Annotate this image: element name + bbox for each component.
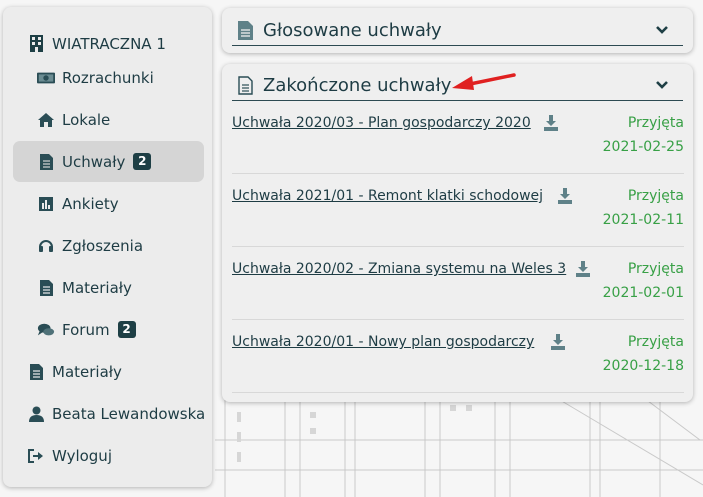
resolution-date: 2021-02-01 bbox=[602, 285, 684, 301]
voted-resolutions-panel: Głosowane uchwały bbox=[222, 8, 693, 53]
chat-icon bbox=[37, 321, 55, 339]
completed-resolutions-panel: Zakończone uchwały Uchwała 2020/03 - Pla… bbox=[222, 64, 693, 402]
document-outline-icon bbox=[238, 75, 253, 95]
document-icon bbox=[27, 363, 45, 381]
user-name: Beata Lewandowska bbox=[52, 404, 206, 423]
completed-panel-title: Zakończone uchwały bbox=[263, 74, 452, 96]
sidebar-item-label: Lokale bbox=[62, 110, 111, 129]
resolution-link[interactable]: Uchwała 2020/02 - Zmiana systemu na Wele… bbox=[232, 261, 566, 277]
resolution-link[interactable]: Uchwała 2020/03 - Plan gospodarczy 2020 bbox=[232, 115, 531, 131]
sidebar-item-forum[interactable]: Forum 2 bbox=[37, 309, 136, 350]
building-icon bbox=[27, 35, 45, 53]
headset-icon bbox=[37, 237, 55, 255]
logout-label: Wyloguj bbox=[52, 446, 112, 465]
download-icon[interactable] bbox=[557, 188, 573, 204]
uchwaly-count-badge: 2 bbox=[133, 153, 152, 170]
sidebar-item-uchwaly[interactable]: Uchwały 2 bbox=[13, 141, 204, 182]
sidebar-item-materialy[interactable]: Materiały bbox=[37, 267, 132, 308]
document-icon bbox=[238, 20, 253, 40]
resolution-status: Przyjęta bbox=[627, 115, 684, 131]
resolution-link[interactable]: Uchwała 2020/01 - Nowy plan gospodarczy bbox=[232, 334, 534, 350]
sidebar-item-label: Rozrachunki bbox=[62, 68, 154, 87]
resolution-row: Uchwała 2020/03 - Plan gospodarczy 2020 … bbox=[232, 101, 684, 174]
sidebar-item-rozrachunki[interactable]: Rozrachunki bbox=[37, 57, 154, 98]
red-arrow-annotation bbox=[452, 73, 516, 90]
document-icon bbox=[37, 279, 55, 297]
sidebar-item-user[interactable]: Beata Lewandowska bbox=[27, 393, 205, 434]
forum-count-badge: 2 bbox=[117, 321, 136, 338]
logout-link[interactable]: Wyloguj bbox=[27, 435, 112, 476]
sidebar-item-label: Zgłoszenia bbox=[62, 236, 144, 255]
download-icon[interactable] bbox=[550, 334, 566, 350]
resolution-link[interactable]: Uchwała 2021/01 - Remont klatki schodowe… bbox=[232, 188, 543, 204]
chevron-down-icon[interactable] bbox=[655, 21, 669, 35]
sidebar-item-label: Ankiety bbox=[62, 194, 119, 213]
building-name: WIATRACZNA 1 bbox=[52, 34, 166, 53]
sidebar-item-label: Forum bbox=[62, 320, 110, 339]
money-icon bbox=[37, 69, 55, 87]
resolution-status: Przyjęta bbox=[627, 334, 684, 350]
voted-panel-header[interactable]: Głosowane uchwały bbox=[232, 15, 683, 46]
sidebar: WIATRACZNA 1 Rozrachunki Lokale Uchwały … bbox=[3, 7, 212, 487]
sidebar-item-materialy-main[interactable]: Materiały bbox=[27, 351, 122, 392]
resolution-date: 2021-02-25 bbox=[602, 139, 684, 155]
sidebar-item-label: Materiały bbox=[52, 362, 122, 381]
resolution-date: 2021-02-11 bbox=[602, 212, 684, 228]
resolution-row: Uchwała 2020/01 - Nowy plan gospodarczy … bbox=[232, 320, 684, 393]
resolution-row: Uchwała 2021/01 - Remont klatki schodowe… bbox=[232, 174, 684, 247]
resolution-status: Przyjęta bbox=[627, 188, 684, 204]
document-icon bbox=[37, 153, 55, 171]
sidebar-item-lokale[interactable]: Lokale bbox=[37, 99, 110, 140]
home-icon bbox=[37, 111, 55, 129]
resolution-row: Uchwała 2020/02 - Zmiana systemu na Wele… bbox=[232, 247, 684, 320]
download-icon[interactable] bbox=[575, 261, 591, 277]
logout-icon bbox=[27, 447, 45, 465]
resolution-date: 2020-12-18 bbox=[602, 358, 684, 374]
voted-panel-title: Głosowane uchwały bbox=[263, 19, 442, 41]
sidebar-item-zgloszenia[interactable]: Zgłoszenia bbox=[37, 225, 143, 266]
sidebar-item-label: Materiały bbox=[62, 278, 132, 297]
user-icon bbox=[27, 405, 45, 423]
sidebar-item-label: Uchwały bbox=[62, 152, 126, 171]
resolution-status: Przyjęta bbox=[627, 261, 684, 277]
bar-chart-icon bbox=[37, 195, 55, 213]
download-icon[interactable] bbox=[543, 115, 559, 131]
chevron-down-icon[interactable] bbox=[655, 76, 669, 90]
sidebar-item-ankiety[interactable]: Ankiety bbox=[37, 183, 119, 224]
